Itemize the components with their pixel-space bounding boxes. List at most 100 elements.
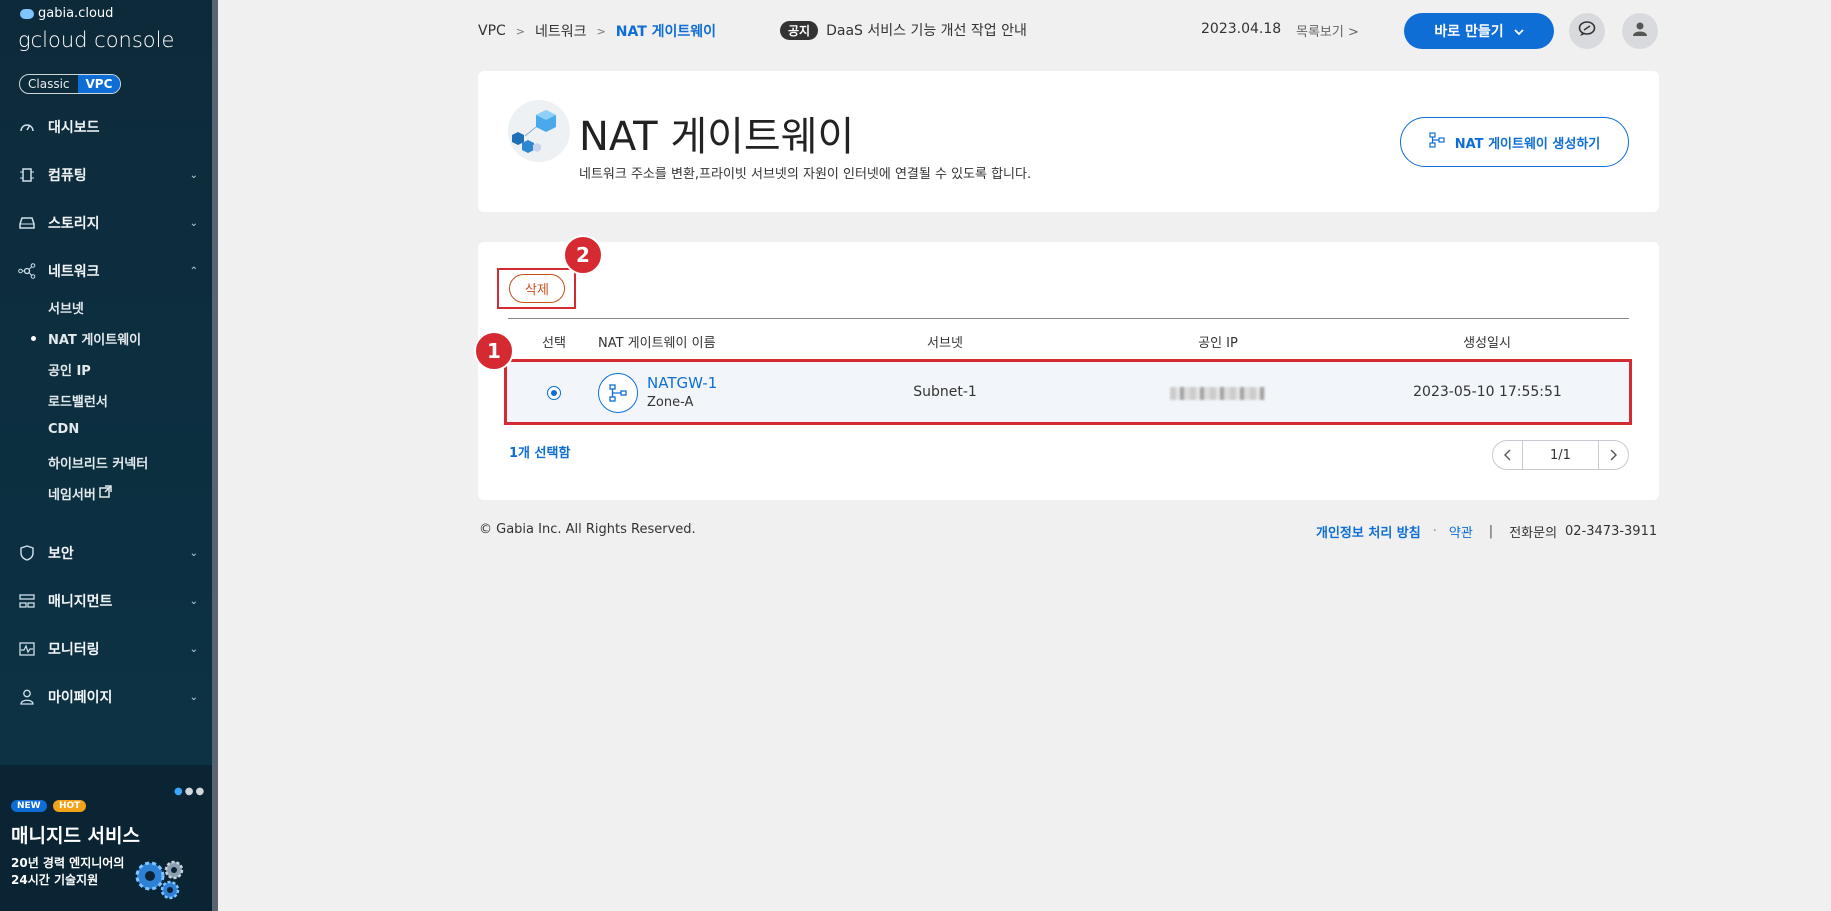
- selected-count: 1개 선택함: [509, 446, 571, 461]
- column-header-name: NAT 게이트웨이 이름: [598, 336, 716, 351]
- column-header-created: 생성일시: [1463, 336, 1511, 351]
- sidebar-item-network[interactable]: 네트워크 ⌃: [18, 259, 198, 283]
- quick-create-label: 바로 만들기: [1434, 24, 1504, 40]
- pagination: 1/1: [1492, 440, 1629, 470]
- sidebar-item-management[interactable]: 매니지먼트 ⌄: [18, 589, 198, 613]
- chevron-right-icon: >: [515, 24, 526, 38]
- sidebar-item-security[interactable]: 보안 ⌄: [18, 541, 198, 565]
- footer-separator-dot: ·: [1432, 524, 1437, 539]
- gears-icon: [135, 860, 184, 900]
- mode-vpc-option[interactable]: VPC: [77, 75, 121, 93]
- sidebar-scrollbar[interactable]: [212, 0, 218, 911]
- breadcrumb-vpc[interactable]: VPC: [478, 23, 506, 39]
- footer-links: 개인정보 처리 방침 · 약관 | 전화문의 02-3473-3911: [1316, 522, 1657, 541]
- sidebar: gabia.cloud gcloud console Classic VPC 대…: [0, 0, 218, 911]
- cloud-icon: [20, 8, 34, 19]
- row-select-radio[interactable]: [547, 386, 561, 400]
- create-nat-gateway-button[interactable]: NAT 게이트웨이 생성하기: [1400, 117, 1629, 167]
- notice-bar[interactable]: 공지 DaaS 서비스 기능 개선 작업 안내: [780, 20, 1027, 40]
- page-description: 네트워크 주소를 변환,프라이빗 서브넷의 자원이 인터넷에 연결될 수 있도록…: [579, 167, 1032, 182]
- sidebar-item-computing[interactable]: 컴퓨팅 ⌄: [18, 163, 198, 187]
- create-button-label: NAT 게이트웨이 생성하기: [1454, 136, 1601, 152]
- dashboard-icon: [18, 119, 36, 135]
- sidebar-item-label: 스토리지: [48, 216, 100, 232]
- sidebar-item-label: 네트워크: [48, 264, 100, 280]
- page-title: NAT 게이트웨이: [579, 114, 855, 160]
- chevron-down-icon: ⌄: [189, 643, 198, 655]
- brand-small-logo[interactable]: gabia.cloud: [20, 6, 113, 21]
- terms-link[interactable]: 약관: [1449, 522, 1473, 541]
- sidebar-sub-name-server[interactable]: 네임서버: [48, 484, 112, 503]
- sidebar-sub-cdn[interactable]: CDN: [48, 422, 79, 437]
- notice-list-link[interactable]: 목록보기 >: [1296, 21, 1359, 40]
- sidebar-item-storage[interactable]: 스토리지 ⌄: [18, 211, 198, 235]
- user-icon: [18, 689, 36, 705]
- sidebar-sub-subnet[interactable]: 서브넷: [48, 298, 84, 317]
- carousel-dots[interactable]: ●●●: [174, 786, 206, 797]
- footer-separator-bar: |: [1488, 524, 1494, 539]
- sidebar-sub-load-balancer[interactable]: 로드밸런서: [48, 391, 108, 410]
- sidebar-sub-label: 네임서버: [48, 488, 96, 503]
- phone-label: 전화문의: [1509, 526, 1558, 541]
- sidebar-item-mypage[interactable]: 마이페이지 ⌄: [18, 685, 198, 709]
- nat-gateway-icon: [598, 373, 638, 413]
- chip-icon: [18, 167, 36, 183]
- step-marker-2: 2: [563, 235, 603, 275]
- notice-list-label: 목록보기: [1296, 25, 1344, 40]
- sidebar-item-monitoring[interactable]: 모니터링 ⌄: [18, 637, 198, 661]
- chat-icon: [1578, 21, 1596, 41]
- nat-gateway-cubes-icon: [508, 100, 570, 162]
- sidebar-sub-nat-gateway[interactable]: NAT 게이트웨이: [30, 329, 141, 348]
- row-subnet: Subnet-1: [913, 384, 977, 400]
- mode-toggle[interactable]: Classic VPC: [19, 74, 122, 94]
- public-ip-blurred: [1170, 387, 1265, 400]
- privacy-policy-link[interactable]: 개인정보 처리 방침: [1316, 522, 1421, 541]
- profile-button[interactable]: [1622, 13, 1658, 49]
- user-icon: [1632, 21, 1648, 41]
- column-header-public-ip: 공인 IP: [1198, 336, 1238, 351]
- page-indicator: 1/1: [1550, 447, 1571, 463]
- sidebar-item-dashboard[interactable]: 대시보드: [18, 115, 198, 139]
- phone-number: 02-3473-3911: [1565, 524, 1658, 539]
- network-icon: [18, 263, 36, 279]
- chevron-right-icon: [1610, 449, 1618, 461]
- breadcrumb-network[interactable]: 네트워크: [535, 21, 587, 41]
- notice-date: 2023.04.18: [1201, 21, 1282, 37]
- table-header-divider: [508, 318, 1629, 319]
- chevron-right-icon: >: [1343, 25, 1359, 40]
- column-header-subnet: 서브넷: [927, 336, 963, 351]
- brand-title[interactable]: gcloud console: [18, 28, 174, 52]
- chevron-up-icon: ⌃: [189, 265, 198, 277]
- delete-button[interactable]: 삭제: [509, 274, 565, 303]
- mode-classic-option[interactable]: Classic: [20, 75, 78, 93]
- sidebar-sub-public-ip[interactable]: 공인 IP: [48, 360, 91, 379]
- notice-tag: 공지: [780, 20, 819, 40]
- breadcrumb: VPC > 네트워크 > NAT 게이트웨이: [478, 21, 716, 41]
- external-link-icon: [99, 485, 112, 502]
- promo-title: 매니지드 서비스: [11, 825, 140, 847]
- chat-button[interactable]: [1569, 13, 1605, 49]
- notice-text[interactable]: DaaS 서비스 기능 개선 작업 안내: [826, 20, 1027, 40]
- chevron-down-icon: [1514, 23, 1524, 39]
- chevron-right-icon: >: [596, 24, 606, 38]
- badge-hot: HOT: [53, 800, 87, 812]
- step-marker-1: 1: [474, 331, 514, 371]
- column-header-select: 선택: [542, 336, 566, 351]
- sidebar-item-label: 컴퓨팅: [48, 168, 87, 184]
- copyright: © Gabia Inc. All Rights Reserved.: [479, 522, 696, 537]
- chevron-down-icon: ⌄: [189, 547, 198, 559]
- badge-new: NEW: [11, 800, 47, 812]
- next-page-button[interactable]: [1597, 441, 1628, 469]
- breadcrumb-current: NAT 게이트웨이: [615, 24, 717, 40]
- sidebar-sub-hybrid-connector[interactable]: 하이브리드 커넥터: [48, 453, 148, 472]
- prev-page-button[interactable]: [1493, 441, 1523, 469]
- nat-gateway-name-link[interactable]: NATGW-1: [647, 374, 717, 392]
- chevron-down-icon: ⌄: [189, 595, 198, 607]
- nat-gateway-zone: Zone-A: [647, 395, 694, 410]
- sidebar-item-label: 모니터링: [48, 642, 100, 658]
- quick-create-button[interactable]: 바로 만들기: [1404, 13, 1554, 49]
- management-icon: [18, 593, 36, 609]
- sidebar-item-label: 보안: [48, 546, 74, 562]
- row-created-at: 2023-05-10 17:55:51: [1413, 384, 1562, 400]
- chevron-down-icon: ⌄: [189, 217, 198, 229]
